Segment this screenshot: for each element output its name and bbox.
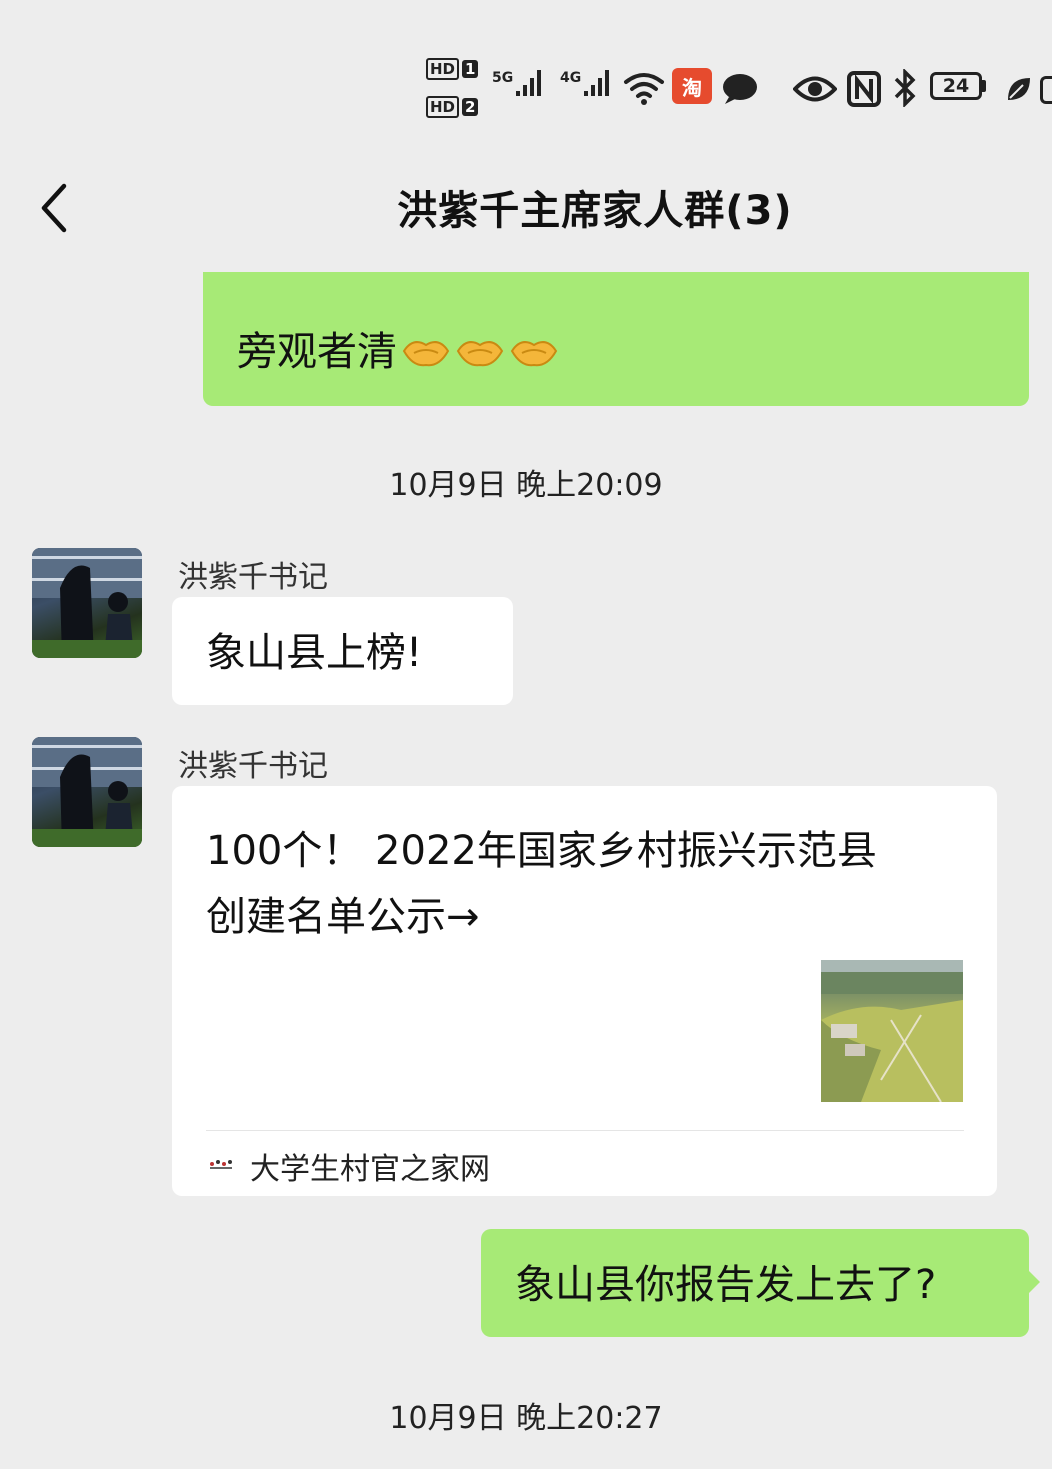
net2-label: 4G [560,70,582,86]
signal-bars-icon [584,70,610,96]
bubble-tail [1028,1270,1040,1294]
outgoing-message-bubble[interactable]: 象山县你报告发上去了? [481,1229,1029,1337]
hd1-number: 1 [462,60,479,78]
edge-indicator-icon [1040,76,1052,104]
app-badge-label: 淘 [682,75,702,100]
source-logo-icon [208,1156,234,1170]
message-text: 旁观者清 [237,329,397,375]
handshake-icon [402,341,450,367]
status-bar: HD 1 HD 2 5G 4G 淘 24 [0,0,1052,130]
message-timestamp: 10月9日 晚上20:27 [389,1401,663,1436]
link-source-name: 大学生村官之家网 [250,1152,490,1187]
avatar[interactable] [32,737,142,847]
taobao-app-icon: 淘 [672,68,712,104]
leaf-icon [1004,74,1034,104]
outgoing-message-bubble[interactable]: 旁观者清 [203,272,1029,406]
bluetooth-icon [890,68,920,108]
link-card[interactable]: 100个！ 2022年国家乡村振兴示范县 创建名单公示→ 大学生村官之家网 [172,786,997,1196]
link-card-title: 100个！ 2022年国家乡村振兴示范县 创建名单公示→ [206,818,966,950]
hd2-indicator: HD 2 [426,96,479,118]
chat-bubble-icon [720,72,760,106]
hd2-number: 2 [462,98,479,116]
sender-name: 洪紫千书记 [178,749,328,784]
battery-icon: 24 [930,72,986,100]
net1-label: 5G [492,70,514,86]
avatar-photo [32,737,142,847]
incoming-message-bubble[interactable]: 象山县上榜! [172,597,513,705]
link-title-line-2: 创建名单公示→ [206,894,480,940]
message-timestamp: 10月9日 晚上20:09 [389,468,663,503]
sender-name: 洪紫千书记 [178,560,328,595]
link-thumbnail [821,960,963,1102]
hd1-label: HD [426,58,460,80]
avatar[interactable] [32,548,142,658]
link-title-line-1: 100个！ 2022年国家乡村振兴示范县 [206,828,877,874]
message-text: 象山县上榜! [206,630,423,676]
avatar-photo [32,548,142,658]
eye-icon [792,72,838,106]
message-text: 象山县你报告发上去了? [515,1262,937,1308]
handshake-icon [456,341,504,367]
signal-4g: 4G [560,70,610,96]
handshake-emoji-group [397,333,559,371]
hd2-label: HD [426,96,460,118]
chat-title: 洪紫千主席家人群(3) [397,188,793,234]
nfc-icon [846,70,882,108]
back-button[interactable] [32,180,82,236]
chevron-left-icon [41,183,67,233]
link-card-divider [206,1130,964,1131]
handshake-icon [510,341,558,367]
signal-bars-icon [516,70,542,96]
signal-5g: 5G [492,70,542,96]
hd1-indicator: HD 1 [426,58,479,80]
battery-level: 24 [930,72,982,100]
landscape-thumbnail-image [821,960,963,1102]
wifi-icon [622,68,666,108]
